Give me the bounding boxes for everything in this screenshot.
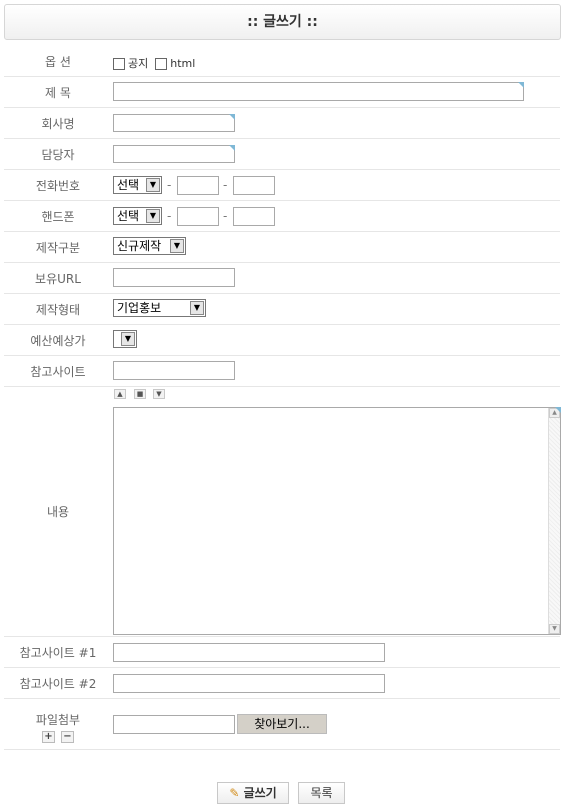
ref-site-1-input[interactable] (113, 643, 385, 662)
write-button[interactable]: ✎ 글쓰기 (217, 782, 289, 804)
chevron-down-icon: ▼ (146, 178, 160, 192)
row-company: 회사명 (4, 108, 560, 139)
row-category: 제작구분 신규제작 ▼ (4, 232, 560, 263)
row-phone: 전화번호 선택 ▼ - - (4, 170, 560, 201)
row-mobile: 핸드폰 선택 ▼ - - (4, 201, 560, 232)
chevron-down-icon: ▼ (190, 301, 204, 315)
options-group: 공지 html (113, 55, 195, 71)
url-input[interactable] (113, 268, 235, 287)
ref-site-2-input[interactable] (113, 674, 385, 693)
mobile-prefix-value: 선택 (117, 209, 140, 223)
category-value: 신규제작 (117, 239, 162, 253)
add-file-icon[interactable]: + (42, 731, 55, 743)
row-ref-site: 참고사이트 (4, 356, 560, 387)
mobile-last-input[interactable] (233, 207, 275, 226)
label-mobile: 핸드폰 (41, 210, 75, 224)
chevron-down-icon: ▼ (121, 332, 135, 346)
row-options: 옵 션 공지 html (4, 46, 560, 77)
phone-middle-input[interactable] (177, 176, 219, 195)
phone-last-input[interactable] (233, 176, 275, 195)
phone-dash-2: - (223, 178, 228, 192)
row-manager: 담당자 (4, 139, 560, 170)
scroll-up-icon[interactable]: ▲ (549, 408, 560, 418)
phone-prefix-value: 선택 (117, 178, 140, 192)
notice-label: 공지 (128, 57, 149, 70)
mobile-prefix-select[interactable]: 선택 ▼ (113, 207, 162, 225)
label-content: 내용 (46, 505, 70, 519)
label-ref-site-1: 참고사이트 #1 (19, 646, 97, 660)
row-budget: 예산예상가 ▼ (4, 325, 560, 356)
phone-dash-1: - (167, 178, 172, 192)
mobile-dash-2: - (223, 209, 228, 223)
label-category: 제작구분 (35, 241, 81, 255)
row-attachment: 파일첨부 + − 찾아보기... (4, 699, 560, 750)
scroll-down-icon[interactable]: ▼ (549, 624, 560, 634)
list-button[interactable]: 목록 (298, 782, 345, 804)
type-value: 기업홍보 (117, 301, 162, 315)
remove-file-icon[interactable]: − (61, 731, 74, 743)
label-options: 옵 션 (45, 55, 71, 69)
label-ref-site-2: 참고사이트 #2 (19, 677, 97, 691)
label-url: 보유URL (35, 272, 81, 286)
company-input[interactable] (113, 114, 235, 132)
chevron-down-icon: ▼ (146, 209, 160, 223)
label-phone: 전화번호 (35, 179, 81, 193)
page-title: :: 글쓰기 :: (4, 4, 561, 40)
pencil-icon: ✎ (229, 786, 240, 800)
reset-editor-icon[interactable]: ■ (134, 389, 146, 399)
row-url: 보유URL (4, 263, 560, 294)
label-attachment: 파일첨부 (35, 713, 81, 727)
browse-button[interactable]: 찾아보기... (237, 714, 327, 734)
phone-prefix-select[interactable]: 선택 ▼ (113, 176, 162, 194)
notice-checkbox[interactable] (113, 58, 125, 70)
label-manager: 담당자 (41, 148, 75, 162)
label-ref-site: 참고사이트 (30, 365, 86, 379)
row-content: 내용 ▲ ■ ▼ ▲ ▼ (4, 387, 561, 637)
budget-select[interactable]: ▼ (113, 330, 137, 348)
label-type: 제작형태 (35, 303, 81, 317)
type-select[interactable]: 기업홍보 ▼ (113, 299, 206, 317)
file-path-input[interactable] (113, 715, 235, 734)
mobile-middle-input[interactable] (177, 207, 219, 226)
subject-input[interactable] (113, 82, 524, 101)
ref-site-input[interactable] (113, 361, 235, 380)
html-label: html (170, 57, 196, 70)
mobile-dash-1: - (167, 209, 172, 223)
label-subject: 제 목 (45, 86, 71, 100)
shrink-editor-icon[interactable]: ▲ (114, 389, 126, 399)
row-subject: 제 목 (4, 77, 560, 108)
label-budget: 예산예상가 (30, 334, 86, 348)
category-select[interactable]: 신규제작 ▼ (113, 237, 186, 255)
html-checkbox[interactable] (155, 58, 168, 70)
row-type: 제작형태 기업홍보 ▼ (4, 294, 560, 325)
content-textarea[interactable]: ▲ ▼ (113, 407, 561, 635)
content-scrollbar[interactable]: ▲ ▼ (548, 408, 560, 634)
expand-editor-icon[interactable]: ▼ (153, 389, 165, 399)
label-company: 회사명 (41, 117, 75, 131)
manager-input[interactable] (113, 145, 235, 163)
chevron-down-icon: ▼ (170, 239, 184, 253)
row-ref-site-2: 참고사이트 #2 (4, 668, 560, 699)
write-button-label: 글쓰기 (243, 786, 277, 800)
row-ref-site-1: 참고사이트 #1 (4, 637, 560, 668)
